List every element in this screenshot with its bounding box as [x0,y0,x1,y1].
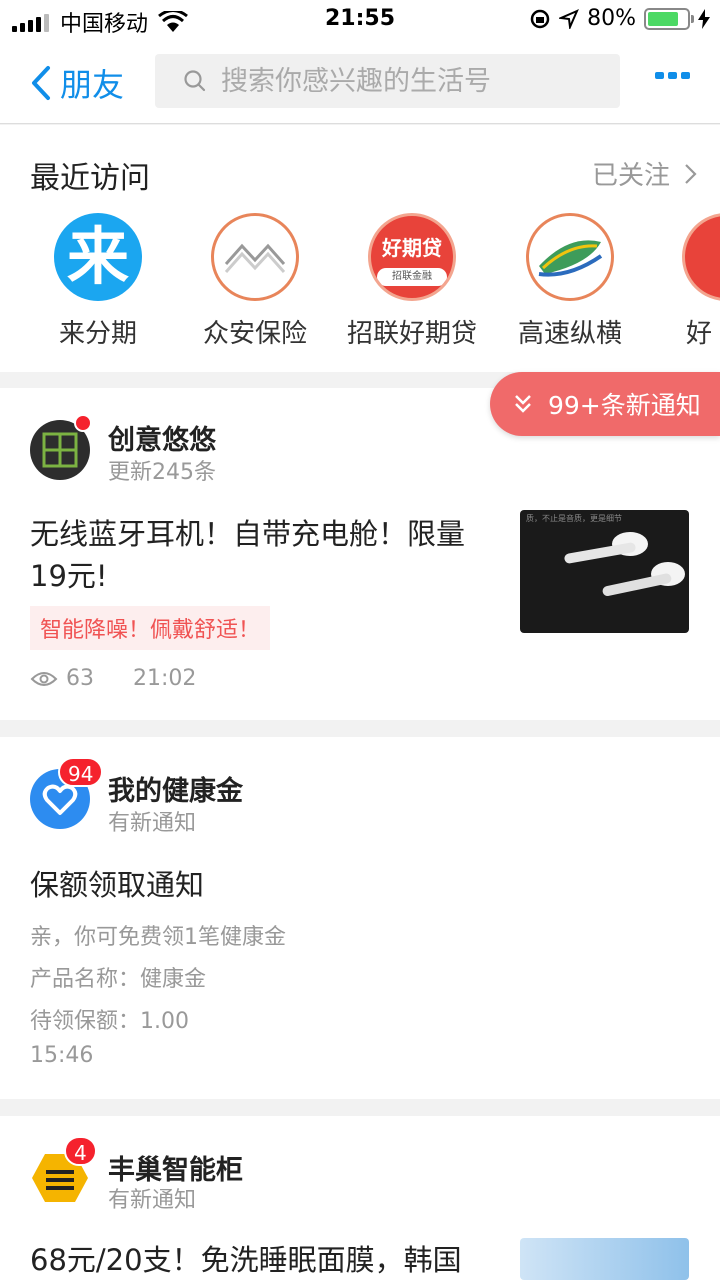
double-chevron-down-icon [515,395,531,413]
post-tag: 智能降噪！佩戴舒适！ [30,606,271,650]
post-title-line-2: 19元! [30,559,108,593]
followed-link[interactable]: 已关注 [592,155,700,192]
section-title: 最近访问 [30,161,150,196]
unread-dot [74,414,92,432]
rotation-lock-icon [530,9,550,28]
mask-thumbnail [520,1238,689,1280]
nav-bar: 朋友 [0,40,720,124]
laifenqi-logo-icon: 来 [54,213,142,301]
zhongan-logo-icon [211,213,299,301]
earphones-thumbnail: 质，不止是音质，更是细节 [520,510,689,633]
gaosu-logo-icon [526,213,614,301]
recent-visits-section: 最近访问 已关注 来 来分期 众安保险 好期贷 招联金融 招联好期贷 高速纵横 … [0,125,720,372]
shortcut-label: 众安保险 [202,319,307,349]
new-notifications-label: 99+条新通知 [548,391,701,420]
feed-card[interactable]: 4 丰巢智能柜 有新通知 68元/20支！免洗睡眠面膜，韩国 [0,1116,720,1280]
battery-percent: 80% [587,6,636,31]
location-icon [559,8,580,29]
haoqidai-logo-text: 好期贷 [382,236,442,260]
account-name: 我的健康金 [108,776,243,807]
unread-count-badge: 94 [58,757,104,787]
shortcut-partial[interactable]: 好 [650,213,720,350]
shortcut-haoqidai[interactable]: 好期贷 招联金融 招联好期贷 [332,213,492,350]
followed-label: 已关注 [591,161,670,191]
unread-count-badge: 4 [64,1136,97,1166]
laifenqi-logo-text: 来 [66,220,129,293]
post-time: 15:46 [30,1043,94,1068]
shortcut-label: 招联好期贷 [346,319,477,349]
search-input[interactable] [221,65,601,97]
chevron-right-icon [685,163,697,184]
battery-level [648,11,679,26]
body-line: 待领保额：1.00 [30,1009,189,1034]
haoqidai-logo-icon: 好期贷 招联金融 [368,213,456,301]
new-notifications-button[interactable]: 99+条新通知 [490,372,720,436]
body-line: 产品名称：健康金 [30,967,207,992]
body-line: 亲，你可免费领1笔健康金 [30,925,286,950]
status-bar: 中国移动 21:55 80% [0,0,720,40]
back-button[interactable]: 朋友 [28,60,124,106]
shortcut-label: 好 [686,319,713,349]
haoqidai-logo-sub: 招联金融 [377,268,447,286]
battery-icon [644,7,694,30]
account-name: 创意悠悠 [108,425,216,456]
shortcut-label: 来分期 [58,319,137,349]
shortcut-zhongan[interactable]: 众安保险 [175,213,335,350]
post-title-line-1: 无线蓝牙耳机！自带充电舱！限量 [30,517,466,551]
views-stat: 63 [30,666,94,691]
update-count: 更新245条 [108,460,216,485]
shortcut-laifenqi[interactable]: 来 来分期 [18,213,178,350]
back-label: 朋友 [60,66,125,104]
shortcut-label: 高速纵横 [517,319,622,349]
charging-icon [698,8,710,29]
notification-status: 有新通知 [108,1188,197,1213]
post-title: 保额领取通知 [30,868,205,902]
shortcut-gaosu[interactable]: 高速纵横 [490,213,650,350]
feed-card[interactable]: 创意悠悠 更新245条 无线蓝牙耳机！自带充电舱！限量 19元! 智能降噪！佩戴… [0,388,720,720]
post-title: 68元/20支！免洗睡眠面膜，韩国 [30,1243,462,1277]
notification-status: 有新通知 [108,811,197,836]
post-time: 21:02 [133,666,197,691]
chevron-left-icon [32,66,50,100]
search-box[interactable] [155,54,620,108]
search-icon [184,70,206,92]
thumb-caption: 质，不止是音质，更是细节 [526,514,622,523]
views-count: 63 [66,666,94,691]
eye-icon [30,671,58,686]
feed-card[interactable]: 94 我的健康金 有新通知 保额领取通知 亲，你可免费领1笔健康金 产品名称：健… [0,737,720,1099]
partial-logo-icon [682,213,720,301]
more-options-icon[interactable] [651,72,690,79]
